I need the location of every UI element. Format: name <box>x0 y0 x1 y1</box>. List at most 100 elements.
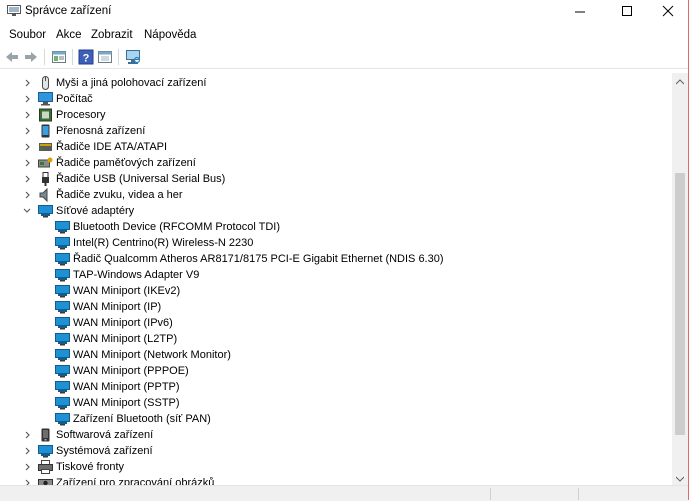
software-device-icon <box>38 428 53 442</box>
network-adapter-item[interactable]: WAN Miniport (SSTP) <box>0 395 672 411</box>
toolbar-separator <box>44 49 45 65</box>
tree-item-software-devices[interactable]: Softwarová zařízení <box>0 427 672 443</box>
tree-item-system-devices[interactable]: Systémová zařízení <box>0 443 672 459</box>
tree-item-print-queues[interactable]: Tiskové fronty <box>0 459 672 475</box>
tree-item-mice[interactable]: Myši a jiná polohovací zařízení <box>0 75 672 91</box>
network-adapter-item[interactable]: TAP-Windows Adapter V9 <box>0 267 672 283</box>
network-adapter-icon <box>55 220 70 234</box>
toolbar: ? <box>0 46 688 69</box>
network-adapter-icon <box>55 252 70 266</box>
network-adapter-icon <box>55 268 70 282</box>
device-tree[interactable]: Myši a jiná polohovací zařízení Počítač … <box>0 73 672 485</box>
forward-arrow-icon[interactable] <box>23 49 39 65</box>
tree-item-label: Zařízení Bluetooth (síť PAN) <box>73 413 211 425</box>
menu-akce[interactable]: Akce <box>56 29 82 41</box>
network-adapter-item[interactable]: WAN Miniport (IKEv2) <box>0 283 672 299</box>
mouse-icon <box>38 76 53 90</box>
speaker-icon <box>38 187 53 203</box>
network-adapter-item[interactable]: WAN Miniport (PPPOE) <box>0 363 672 379</box>
vertical-scrollbar[interactable] <box>672 73 688 485</box>
expand-chevron-icon[interactable] <box>23 155 33 171</box>
tree-item-label: Přenosná zařízení <box>56 125 146 137</box>
tree-item-network-adapters[interactable]: Síťové adaptéry <box>0 203 672 219</box>
tree-item-label: WAN Miniport (IKEv2) <box>73 285 181 297</box>
printer-icon <box>38 460 53 474</box>
tree-item-label: Řadič Qualcomm Atheros AR8171/8175 PCI-E… <box>73 253 444 265</box>
computer-icon <box>38 92 53 106</box>
status-bar-divider <box>490 488 491 500</box>
tree-item-label: WAN Miniport (PPTP) <box>73 381 180 393</box>
scroll-down-arrow-icon[interactable] <box>675 473 685 485</box>
network-adapter-item[interactable]: WAN Miniport (Network Monitor) <box>0 347 672 363</box>
menu-soubor[interactable]: Soubor <box>9 29 46 41</box>
tree-item-label: Zařízení pro zpracování obrázků <box>56 477 215 485</box>
system-device-icon <box>38 444 53 458</box>
tree-item-imaging-devices[interactable]: Zařízení pro zpracování obrázků <box>0 475 672 485</box>
tree-item-storage-controllers[interactable]: Řadiče paměťových zařízení <box>0 155 672 171</box>
expand-chevron-icon[interactable] <box>23 443 33 459</box>
network-adapter-item[interactable]: Řadič Qualcomm Atheros AR8171/8175 PCI-E… <box>0 251 672 267</box>
minimize-button[interactable] <box>557 0 603 24</box>
tree-item-label: WAN Miniport (IPv6) <box>73 317 173 329</box>
help-icon[interactable]: ? <box>78 49 94 65</box>
network-adapter-icon <box>55 348 70 362</box>
collapse-chevron-icon[interactable] <box>22 203 32 219</box>
tree-item-sound-controllers[interactable]: Řadiče zvuku, videa a her <box>0 187 672 203</box>
tree-item-label: TAP-Windows Adapter V9 <box>73 269 200 281</box>
expand-chevron-icon[interactable] <box>23 91 33 107</box>
network-adapter-icon <box>55 364 70 378</box>
network-adapter-icon <box>55 316 70 330</box>
network-adapter-item[interactable]: WAN Miniport (IPv6) <box>0 315 672 331</box>
expand-chevron-icon[interactable] <box>23 123 33 139</box>
toolbar-separator <box>118 49 119 65</box>
tree-item-usb-controllers[interactable]: Řadiče USB (Universal Serial Bus) <box>0 171 672 187</box>
tree-item-label: Řadiče paměťových zařízení <box>56 157 196 169</box>
tree-item-label: Systémová zařízení <box>56 445 153 457</box>
back-arrow-icon[interactable] <box>4 49 20 65</box>
tree-item-label: Řadiče IDE ATA/ATAPI <box>56 141 168 153</box>
expand-chevron-icon[interactable] <box>23 475 33 485</box>
scroll-up-arrow-icon[interactable] <box>675 76 685 88</box>
network-adapter-item[interactable]: Bluetooth Device (RFCOMM Protocol TDI) <box>0 219 672 235</box>
tree-item-computer[interactable]: Počítač <box>0 91 672 107</box>
tree-item-label: WAN Miniport (L2TP) <box>73 333 178 345</box>
ide-controller-icon <box>38 140 53 154</box>
expand-chevron-icon[interactable] <box>23 139 33 155</box>
menu-napoveda[interactable]: Nápověda <box>144 29 196 41</box>
scan-hardware-icon[interactable] <box>125 49 141 65</box>
network-adapter-icon <box>38 204 53 218</box>
expand-chevron-icon[interactable] <box>23 187 33 203</box>
menu-zobrazit[interactable]: Zobrazit <box>91 29 133 41</box>
network-adapter-item[interactable]: WAN Miniport (PPTP) <box>0 379 672 395</box>
status-bar <box>0 485 688 501</box>
tree-item-portable-devices[interactable]: Přenosná zařízení <box>0 123 672 139</box>
expand-chevron-icon[interactable] <box>23 107 33 123</box>
expand-chevron-icon[interactable] <box>23 427 33 443</box>
processor-icon <box>38 108 53 122</box>
network-adapter-item[interactable]: WAN Miniport (IP) <box>0 299 672 315</box>
tree-item-label: Procesory <box>56 109 106 121</box>
network-adapter-item[interactable]: Zařízení Bluetooth (síť PAN) <box>0 411 672 427</box>
device-manager-window: Správce zařízení Soubor Akce Zobrazit Ná… <box>0 0 689 501</box>
tree-item-processors[interactable]: Procesory <box>0 107 672 123</box>
expand-chevron-icon[interactable] <box>23 75 33 91</box>
tree-item-label: Tiskové fronty <box>56 461 125 473</box>
tree-item-label: Síťové adaptéry <box>56 205 135 217</box>
expand-chevron-icon[interactable] <box>23 459 33 475</box>
title-bar[interactable]: Správce zařízení <box>0 0 688 24</box>
tree-item-label: Bluetooth Device (RFCOMM Protocol TDI) <box>73 221 281 233</box>
close-button[interactable] <box>643 0 689 24</box>
status-bar-divider <box>578 488 579 500</box>
network-adapter-item[interactable]: Intel(R) Centrino(R) Wireless-N 2230 <box>0 235 672 251</box>
expand-chevron-icon[interactable] <box>23 171 33 187</box>
refresh-view-icon[interactable] <box>97 49 113 65</box>
tree-item-label: Intel(R) Centrino(R) Wireless-N 2230 <box>73 237 254 249</box>
tree-item-label: Softwarová zařízení <box>56 429 154 441</box>
network-adapter-item[interactable]: WAN Miniport (L2TP) <box>0 331 672 347</box>
tree-item-ide-controllers[interactable]: Řadiče IDE ATA/ATAPI <box>0 139 672 155</box>
window-title: Správce zařízení <box>25 5 112 17</box>
properties-icon[interactable] <box>51 49 67 65</box>
device-manager-app-icon <box>7 5 21 17</box>
storage-controller-icon <box>38 156 53 170</box>
scrollbar-thumb[interactable] <box>675 173 685 435</box>
